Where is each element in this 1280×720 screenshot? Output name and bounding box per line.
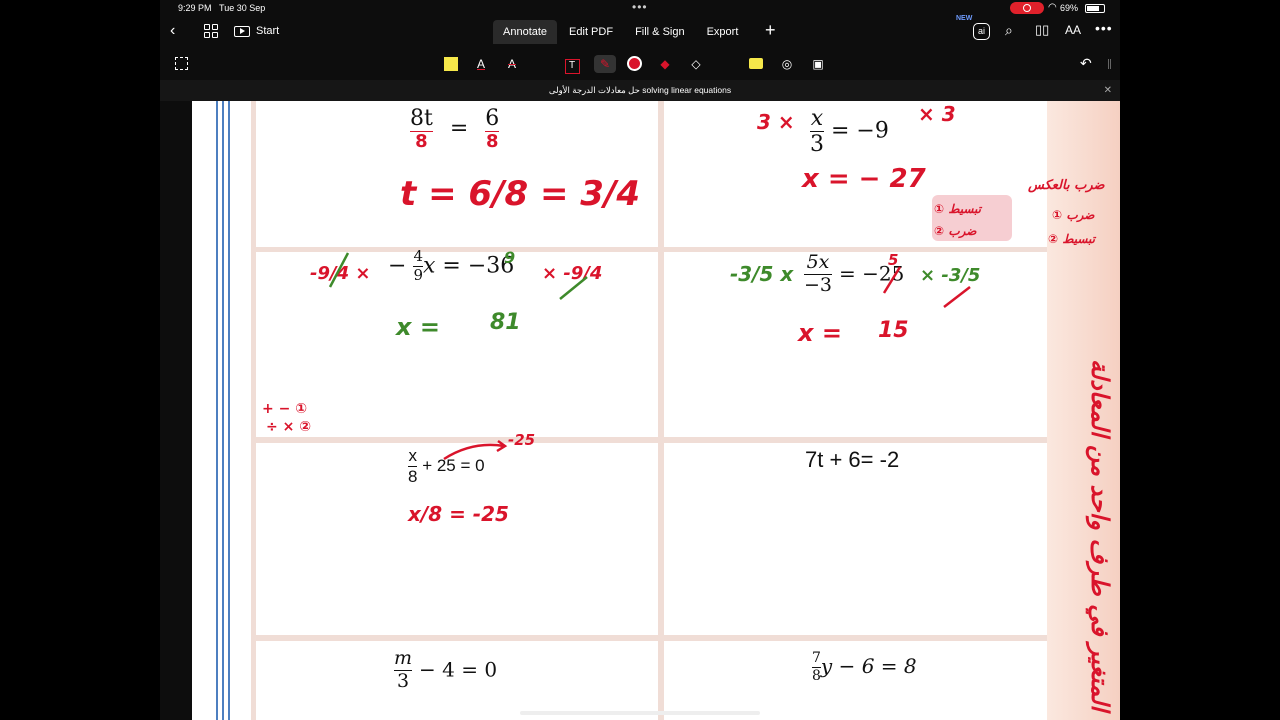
tab-export[interactable]: Export bbox=[697, 20, 749, 44]
ink-margin-note-2: ÷ × ② bbox=[266, 419, 311, 435]
more-options-icon[interactable]: ••• bbox=[1095, 20, 1113, 36]
highlighter-icon[interactable] bbox=[442, 55, 460, 73]
ink-c2-answer: x = − 27 bbox=[800, 164, 927, 194]
worksheet-page[interactable]: 8t 8 = 68 x3 = −9 − 49x = −36 5x −3 = −25 … bbox=[192, 101, 1120, 720]
tab-fill-sign[interactable]: Fill & Sign bbox=[625, 20, 695, 44]
ink-arabic-highlight-2: ② ضرب bbox=[934, 224, 977, 239]
mode-tabs: Annotate Edit PDF Fill & Sign Export bbox=[493, 20, 750, 44]
ink-c4-answer-lhs: x = bbox=[797, 319, 842, 347]
main-toolbar: ‹ Start Annotate Edit PDF Fill & Sign Ex… bbox=[160, 15, 1120, 48]
close-document-icon[interactable]: ✕ bbox=[1104, 80, 1112, 101]
start-label: Start bbox=[256, 25, 280, 37]
ink-arabic-side-1: ضرب بالعكس bbox=[1027, 178, 1106, 193]
annotation-toolbar: A A T ✎ ◆ ◇ ◎ ▣ ↶ bbox=[160, 48, 1120, 80]
strike-text-icon[interactable]: A bbox=[503, 55, 521, 73]
ink-c1-line2: t = 6/8 = 3/4 bbox=[400, 174, 640, 214]
ink-c3-answer-rhs: 81 bbox=[490, 310, 521, 335]
ink-c5-arrow: -25 bbox=[508, 431, 535, 449]
color-red-swatch-icon[interactable] bbox=[625, 55, 643, 73]
ink-arabic-side-3: ② تبسيط bbox=[1048, 232, 1097, 246]
comment-icon[interactable] bbox=[747, 55, 765, 73]
select-tool-icon[interactable] bbox=[172, 55, 190, 73]
text-color-icon[interactable]: A bbox=[472, 55, 490, 73]
status-bar: 9:29 PM Tue 30 Sep ••• ◠ 69% bbox=[160, 0, 1120, 16]
back-chevron-icon[interactable]: ‹ bbox=[170, 22, 175, 40]
pen-icon[interactable]: ✎ bbox=[594, 55, 616, 73]
start-presentation-button[interactable]: Start bbox=[230, 21, 289, 41]
document-title-bar: حل معادلات الدرجة الأولى solving linear … bbox=[160, 80, 1120, 101]
ink-c2-mult: 3 × bbox=[757, 110, 795, 134]
ink-c4-top: 5 bbox=[888, 251, 898, 269]
ink-strip-arabic: المتغير في طرف واحد من المعادلة bbox=[1085, 359, 1114, 714]
add-icon[interactable]: + bbox=[765, 20, 776, 41]
ipad-screen: 9:29 PM Tue 30 Sep ••• ◠ 69% ‹ Start Ann… bbox=[160, 0, 1120, 720]
screen-recording-icon[interactable] bbox=[1010, 2, 1044, 14]
home-indicator[interactable] bbox=[520, 711, 760, 715]
ink-c3-right: × -9/4 bbox=[542, 263, 602, 284]
ink-margin-note-1: + − ① bbox=[262, 401, 307, 417]
search-icon[interactable]: ⌕ bbox=[1005, 22, 1013, 39]
ink-layer: t = 6/8 = 3/4 3 × × 3 x = − 27 -9/4 × × … bbox=[262, 102, 1114, 714]
ink-c3-top: 9 bbox=[504, 248, 515, 267]
ink-c5-line2: x/8 = -25 bbox=[407, 502, 509, 526]
eraser-icon[interactable]: ◇ bbox=[687, 55, 705, 73]
text-box-icon[interactable]: T bbox=[563, 55, 581, 74]
ink-c4-left: -3/5 x bbox=[730, 262, 794, 286]
ai-assistant-icon[interactable]: ai bbox=[973, 23, 990, 40]
ink-arabic-highlight-1: ① تبسيط bbox=[934, 202, 983, 216]
status-time: 9:29 PM Tue 30 Sep bbox=[178, 3, 266, 13]
presentation-icon bbox=[234, 25, 250, 37]
ink-arabic-side-2: ① ضرب bbox=[1052, 208, 1095, 223]
multitasking-dots-icon[interactable]: ••• bbox=[632, 0, 648, 14]
undo-icon[interactable]: ↶ bbox=[1080, 55, 1092, 72]
wifi-icon: ◠ bbox=[1048, 2, 1057, 13]
tab-annotate[interactable]: Annotate bbox=[493, 20, 558, 44]
fill-eraser-icon[interactable]: ◆ bbox=[656, 55, 674, 73]
ink-c2-right: × 3 bbox=[918, 102, 956, 126]
battery-percent: 69% bbox=[1060, 3, 1079, 13]
stamp-icon[interactable]: ▣ bbox=[809, 55, 827, 73]
shapes-icon[interactable]: ◎ bbox=[778, 55, 796, 73]
ink-c3-answer-lhs: x = bbox=[395, 313, 440, 341]
thumbnails-grid-icon[interactable] bbox=[204, 24, 218, 38]
ink-c4-right: × -3/5 bbox=[920, 265, 980, 286]
ink-c4-answer-rhs: 15 bbox=[878, 318, 909, 343]
tab-edit-pdf[interactable]: Edit PDF bbox=[559, 20, 623, 44]
battery-icon bbox=[1085, 4, 1105, 13]
new-badge: NEW bbox=[956, 15, 973, 22]
reading-mode-icon[interactable]: ▯▯ bbox=[1035, 22, 1049, 38]
document-title: حل معادلات الدرجة الأولى solving linear … bbox=[548, 85, 732, 95]
text-size-icon[interactable]: AA bbox=[1065, 23, 1081, 37]
toolbar-handle[interactable] bbox=[1108, 59, 1111, 69]
